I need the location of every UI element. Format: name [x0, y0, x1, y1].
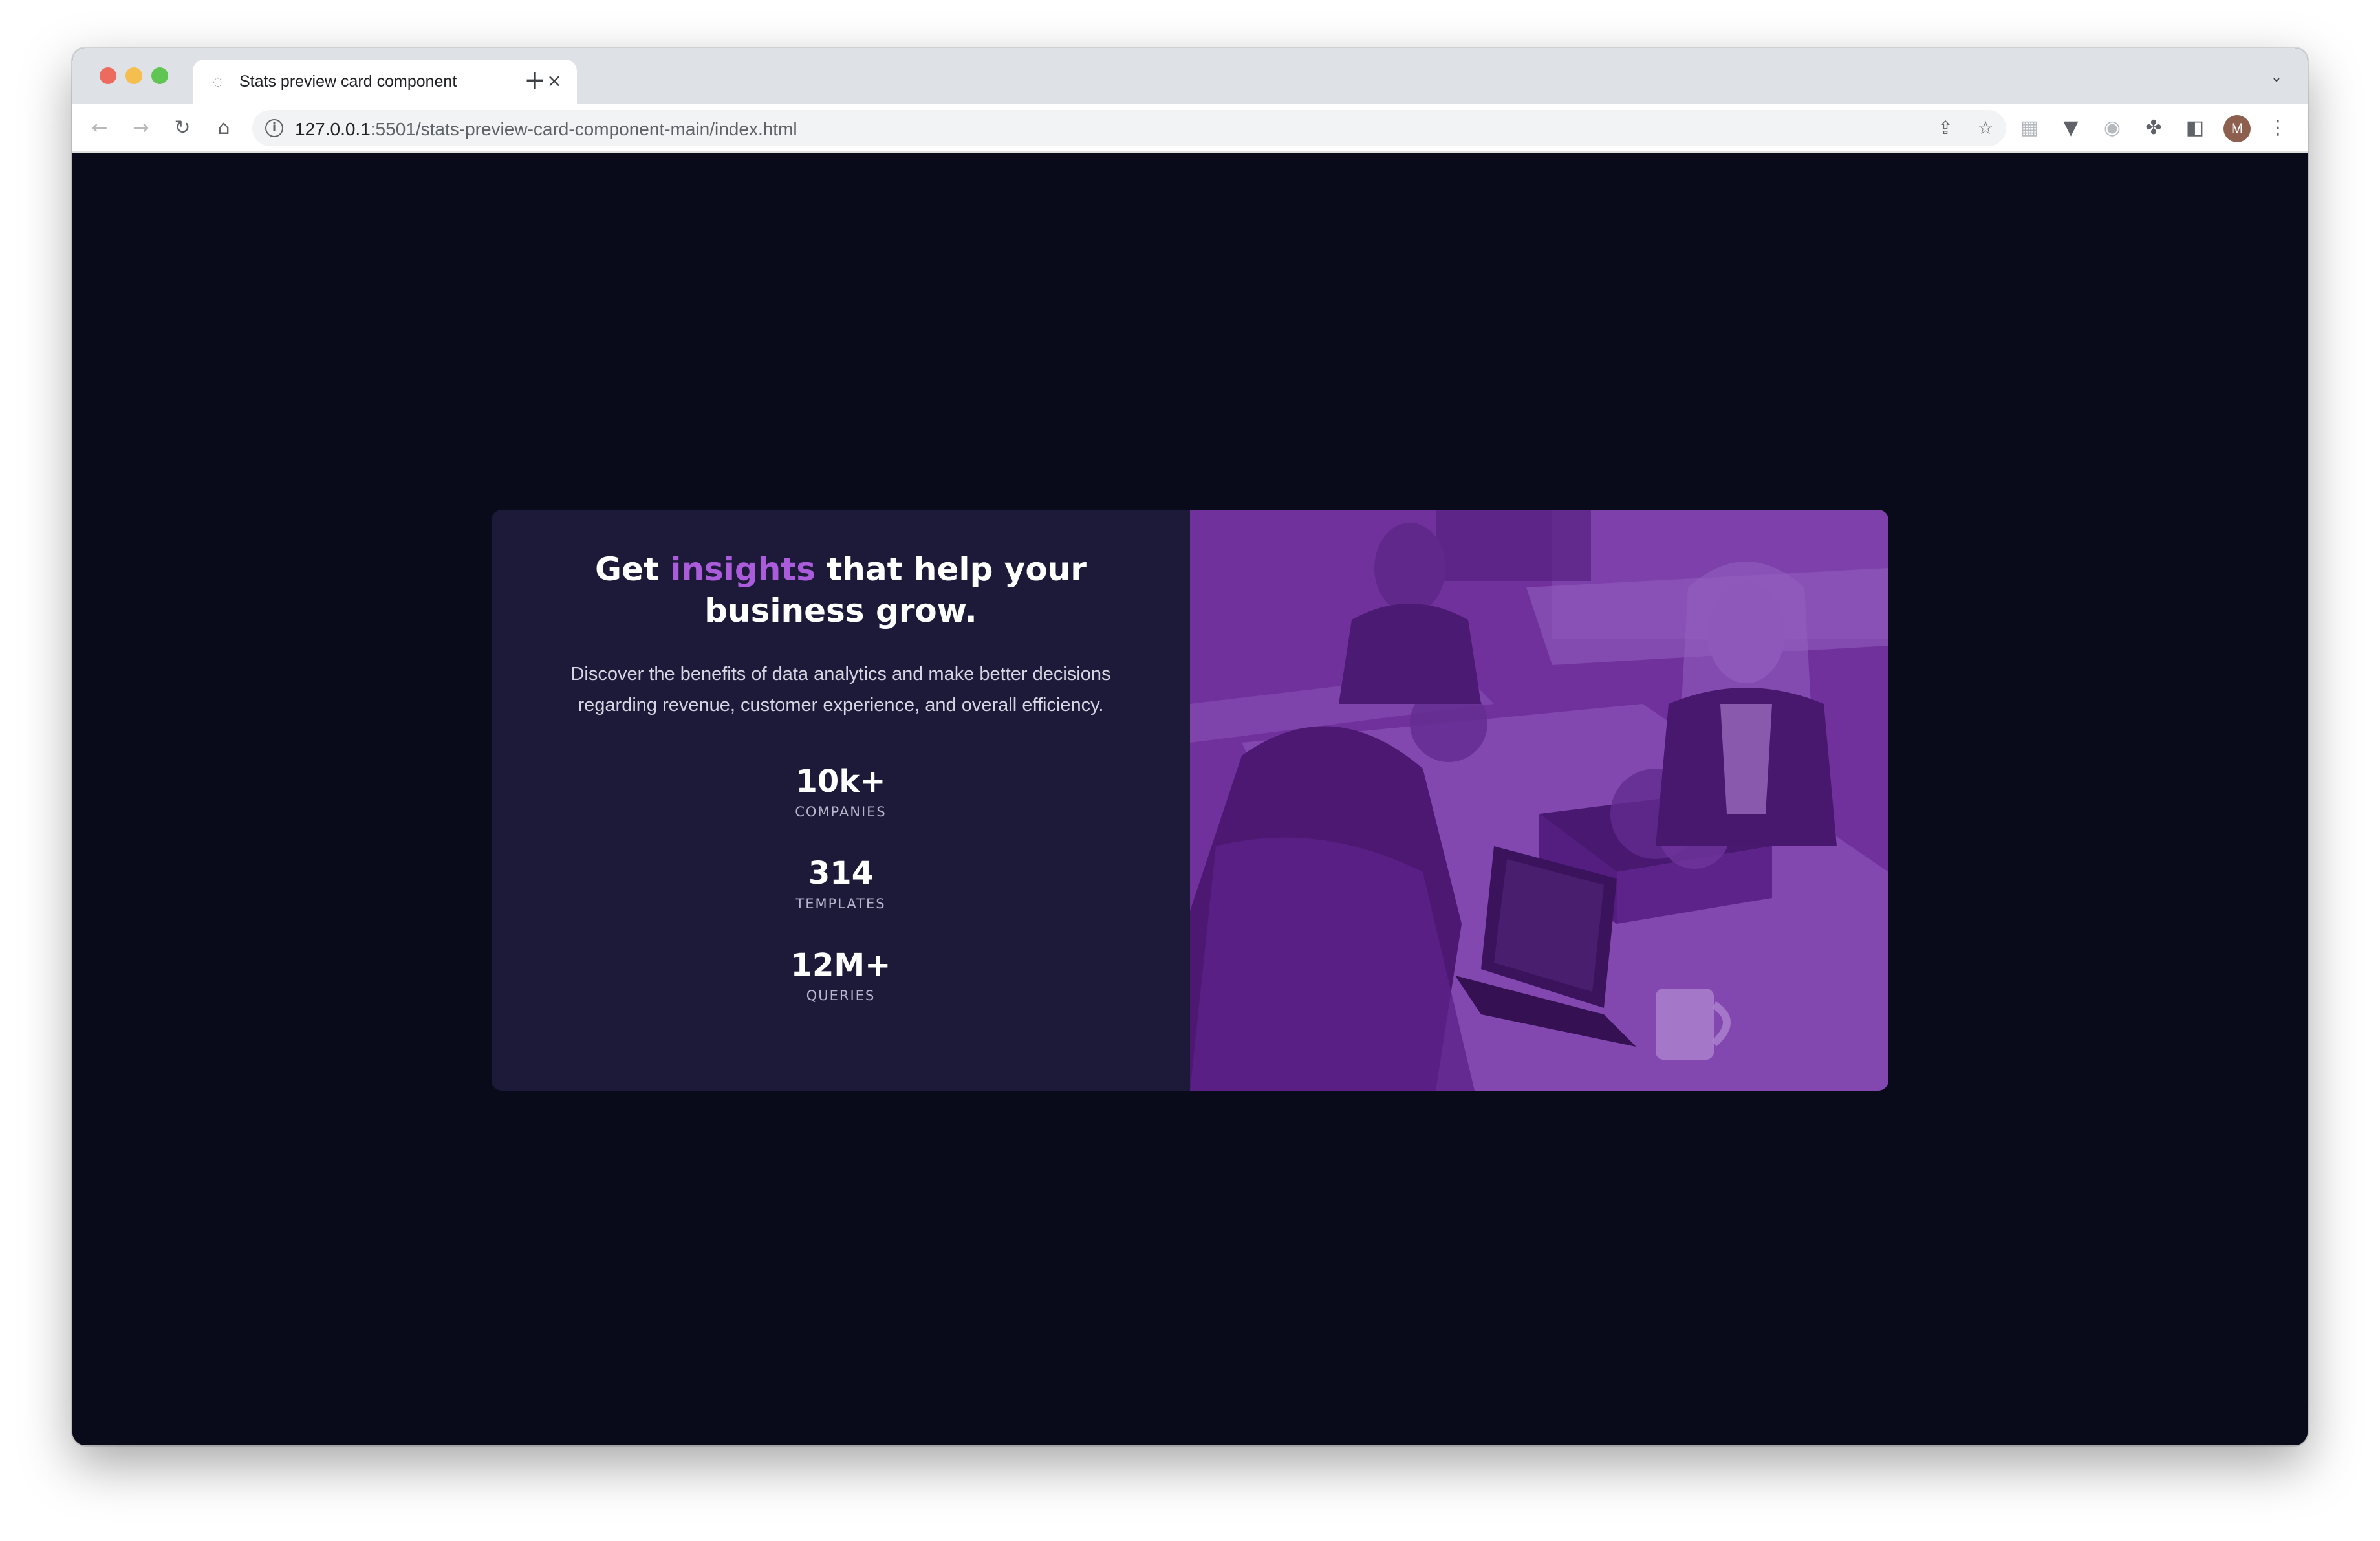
- tab-search-chevron-icon[interactable]: ⌄: [2265, 66, 2288, 89]
- stat-label: QUERIES: [806, 988, 876, 1003]
- office-team-photo: [1190, 510, 1888, 1091]
- extension-grid-icon[interactable]: ▦: [2017, 115, 2042, 141]
- url-text[interactable]: 127.0.0.1:5501/stats-preview-card-compon…: [295, 119, 797, 140]
- side-panel-icon[interactable]: ◧: [2182, 115, 2208, 141]
- headline-accent: insights: [670, 551, 816, 588]
- loading-favicon-icon: ◌: [213, 75, 223, 89]
- back-arrow-icon[interactable]: ←: [87, 115, 113, 141]
- vue-devtools-icon[interactable]: ▼: [2058, 115, 2084, 141]
- url-host: 127.0.0.1: [295, 119, 371, 139]
- stat-queries: 12M+ QUERIES: [492, 947, 1190, 1005]
- close-window-button[interactable]: [100, 67, 116, 84]
- card-headline: Get insights that help your business gro…: [530, 549, 1151, 631]
- reload-icon[interactable]: ↻: [169, 115, 195, 141]
- stat-label: COMPANIES: [795, 804, 887, 820]
- browser-window: ◌ Stats preview card component × + ⌄ ← →…: [72, 48, 2308, 1445]
- extensions-puzzle-icon[interactable]: ✤: [2141, 115, 2167, 141]
- headline-start: Get: [595, 551, 671, 588]
- profile-avatar[interactable]: M: [2223, 115, 2251, 142]
- card-description: Discover the benefits of data analytics …: [570, 664, 1111, 716]
- more-menu-icon[interactable]: ⋮: [2265, 115, 2291, 141]
- office-photo-illustration: [1190, 510, 1888, 1091]
- stat-value: 12M+: [790, 947, 891, 983]
- stats-preview-card: Get insights that help your business gro…: [492, 510, 1888, 1091]
- forward-arrow-icon[interactable]: →: [128, 115, 154, 141]
- site-info-icon[interactable]: i: [265, 119, 283, 137]
- url-path: :5501/stats-preview-card-component-main/…: [370, 119, 797, 139]
- browser-toolbar: ← → ↻ ⌂ i 127.0.0.1:5501/stats-preview-c…: [72, 104, 2308, 153]
- new-tab-button[interactable]: +: [519, 65, 551, 97]
- stat-value: 10k+: [795, 763, 886, 800]
- home-icon[interactable]: ⌂: [211, 115, 237, 141]
- address-bar[interactable]: i 127.0.0.1:5501/stats-preview-card-comp…: [252, 110, 2006, 146]
- bookmark-star-icon[interactable]: ☆: [1974, 116, 1997, 140]
- minimize-window-button[interactable]: [125, 67, 142, 84]
- stat-value: 314: [808, 855, 874, 891]
- stat-label: TEMPLATES: [795, 896, 886, 912]
- stat-templates: 314 TEMPLATES: [492, 855, 1190, 913]
- share-icon[interactable]: ⇪: [1934, 116, 1957, 140]
- tab-title: Stats preview card component: [239, 72, 457, 91]
- maximize-window-button[interactable]: [151, 67, 168, 84]
- extension-circle-icon[interactable]: ◉: [2099, 115, 2125, 141]
- tab-strip: ◌ Stats preview card component × + ⌄: [72, 48, 2308, 104]
- card-content: Get insights that help your business gro…: [492, 510, 1190, 1091]
- page-viewport: Get insights that help your business gro…: [72, 153, 2308, 1445]
- stat-companies: 10k+ COMPANIES: [492, 763, 1190, 822]
